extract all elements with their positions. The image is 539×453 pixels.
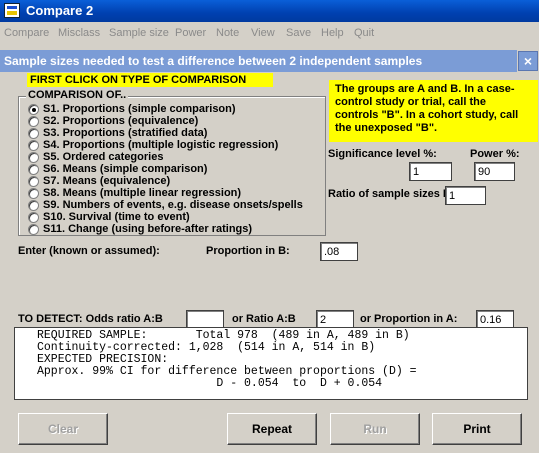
dialog-title: Sample sizes needed to test a difference… xyxy=(4,54,423,68)
proportion-b-field[interactable]: .08 xyxy=(320,242,358,261)
close-button[interactable]: × xyxy=(518,51,538,71)
first-click-banner: FIRST CLICK ON TYPE OF COMPARISON xyxy=(27,73,273,87)
significance-field[interactable]: 1 xyxy=(409,162,452,181)
menu-quit[interactable]: Quit xyxy=(354,27,374,39)
power-field[interactable]: 90 xyxy=(474,162,515,181)
ratio-ab-label: or Ratio A:B xyxy=(232,313,296,325)
run-button[interactable]: Run xyxy=(330,413,420,445)
radio-icon[interactable] xyxy=(28,164,39,175)
menu-view[interactable]: View xyxy=(251,27,275,39)
dialog-header: Sample sizes needed to test a difference… xyxy=(0,50,517,72)
detect-odds-label: TO DETECT: Odds ratio A:B xyxy=(18,313,163,325)
radio-icon[interactable] xyxy=(28,176,39,187)
radio-icon[interactable] xyxy=(28,140,39,151)
radio-icon[interactable] xyxy=(28,188,39,199)
result-line: D - 0.054 to D + 0.054 xyxy=(37,377,383,390)
radio-icon[interactable] xyxy=(28,224,39,235)
window-title: Compare 2 xyxy=(26,3,94,18)
radio-icon[interactable] xyxy=(28,128,39,139)
power-label: Power %: xyxy=(470,148,520,160)
enter-known-label: Enter (known or assumed): xyxy=(18,245,160,257)
groups-note: The groups are A and B. In a case-contro… xyxy=(329,80,538,142)
menu-misclass[interactable]: Misclass xyxy=(58,27,100,39)
menu-help[interactable]: Help xyxy=(321,27,344,39)
menu-save[interactable]: Save xyxy=(286,27,311,39)
menu-compare[interactable]: Compare xyxy=(4,27,49,39)
radio-icon[interactable] xyxy=(28,152,39,163)
repeat-button[interactable]: Repeat xyxy=(227,413,317,445)
menu-sample-size[interactable]: Sample size xyxy=(109,27,169,39)
menu-note[interactable]: Note xyxy=(216,27,239,39)
menu-power[interactable]: Power xyxy=(175,27,206,39)
menu-bar: Compare Misclass Sample size Power Note … xyxy=(0,22,539,44)
title-bar: Compare 2 xyxy=(0,0,539,22)
radio-icon[interactable] xyxy=(28,104,39,115)
print-button[interactable]: Print xyxy=(432,413,522,445)
results-panel: REQUIRED SAMPLE: Total 978 (489 in A, 48… xyxy=(14,327,528,400)
significance-label: Significance level %: xyxy=(328,148,437,160)
radio-icon[interactable] xyxy=(28,116,39,127)
ratio-sizes-label: Ratio of sample sizes B:A xyxy=(328,188,463,200)
radio-icon[interactable] xyxy=(28,212,39,223)
proportion-b-label: Proportion in B: xyxy=(206,245,290,257)
app-icon xyxy=(4,3,20,18)
clear-button[interactable]: Clear xyxy=(18,413,108,445)
comparison-legend: COMPARISON OF.. xyxy=(26,89,129,101)
ratio-sizes-field[interactable]: 1 xyxy=(445,186,486,205)
proportion-a-label: or Proportion in A: xyxy=(360,313,458,325)
radio-icon[interactable] xyxy=(28,200,39,211)
